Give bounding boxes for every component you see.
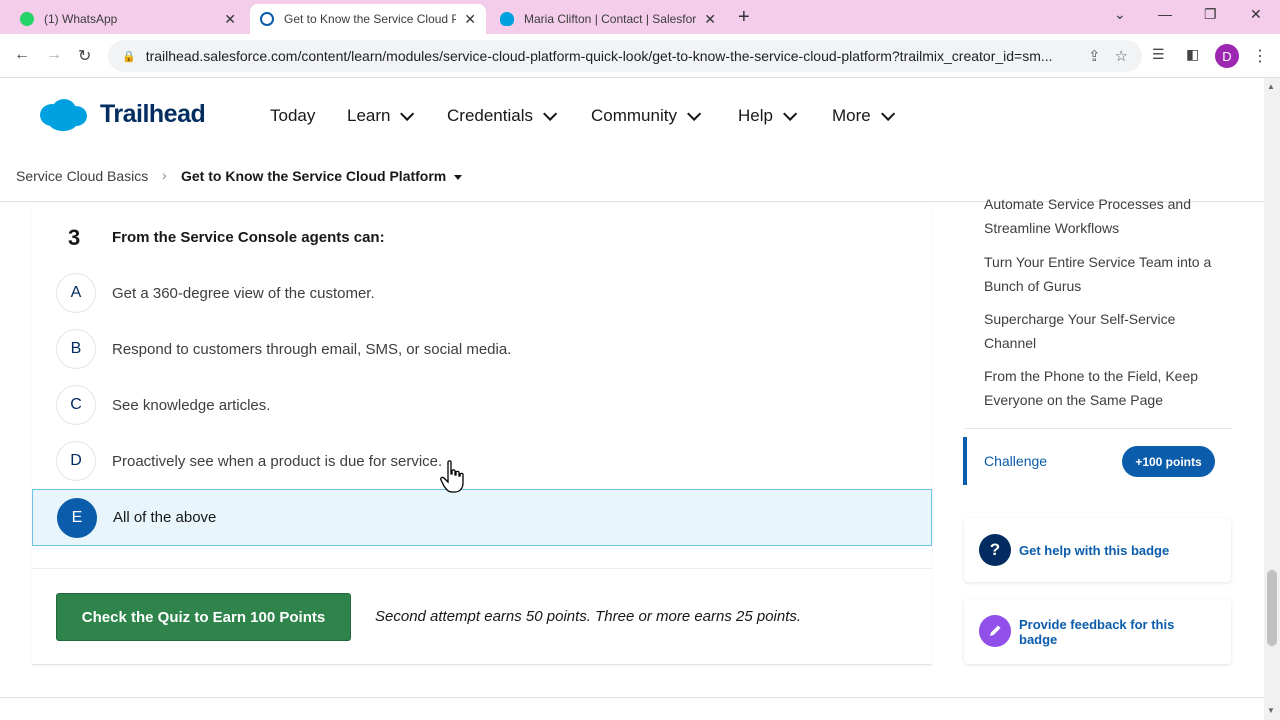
new-tab-icon[interactable]: +: [738, 6, 750, 29]
pencil-icon: [979, 615, 1011, 647]
close-icon[interactable]: ✕: [704, 11, 716, 28]
browser-tab-strip: (1) WhatsApp ✕ Get to Know the Service C…: [0, 0, 1280, 34]
sidebar-challenge-link[interactable]: Challenge: [984, 453, 1047, 469]
sidebar-unit-link[interactable]: Supercharge Your Self-Service Channel: [984, 307, 1224, 355]
browser-menu-icon[interactable]: ⋮: [1252, 46, 1268, 66]
breadcrumb-parent-link[interactable]: Service Cloud Basics: [16, 168, 148, 184]
salesforce-icon: [500, 12, 514, 26]
option-letter: B: [56, 329, 96, 369]
option-letter: E: [57, 497, 97, 538]
nav-today[interactable]: Today: [270, 106, 315, 126]
browser-tab-trailhead[interactable]: Get to Know the Service Cloud Platform ✕: [250, 4, 486, 34]
profile-avatar[interactable]: D: [1215, 44, 1239, 68]
caret-down-icon[interactable]: [454, 175, 462, 180]
sidebar-divider: [964, 428, 1232, 429]
tab-title: (1) WhatsApp: [44, 12, 118, 26]
trailhead-icon: [260, 12, 274, 26]
divider: [32, 568, 932, 569]
window-close-icon[interactable]: ✕: [1250, 6, 1262, 23]
nav-help[interactable]: Help: [738, 106, 798, 126]
answer-option-b[interactable]: B Respond to customers through email, SM…: [32, 321, 932, 377]
close-icon[interactable]: ✕: [464, 11, 476, 28]
chevron-down-icon: [400, 106, 415, 121]
url-text: trailhead.salesforce.com/content/learn/m…: [145, 48, 1053, 64]
address-bar[interactable]: 🔒 trailhead.salesforce.com/content/learn…: [108, 40, 1142, 72]
side-panel-icon[interactable]: ◧: [1186, 46, 1199, 63]
question-text: From the Service Console agents can:: [112, 229, 385, 246]
back-arrow-icon[interactable]: ←: [14, 46, 30, 64]
divider: [0, 697, 1264, 698]
nav-credentials[interactable]: Credentials: [447, 106, 558, 126]
question-mark-icon: ?: [979, 534, 1011, 566]
answer-option-c[interactable]: C See knowledge articles.: [32, 377, 932, 433]
nav-label: Community: [591, 106, 677, 125]
check-quiz-button[interactable]: Check the Quiz to Earn 100 Points: [56, 593, 351, 641]
attempt-note: Second attempt earns 50 points. Three or…: [375, 608, 802, 625]
bookmark-star-icon[interactable]: ☆: [1115, 47, 1128, 65]
sidebar-unit-link[interactable]: Automate Service Processes and Streamlin…: [984, 192, 1224, 240]
option-text: Proactively see when a product is due fo…: [112, 452, 443, 470]
question-number: 3: [68, 225, 81, 250]
sidebar-unit-link[interactable]: Turn Your Entire Service Team into a Bun…: [984, 250, 1224, 298]
forward-arrow-icon[interactable]: →: [46, 46, 62, 64]
nav-label: More: [832, 106, 871, 125]
chevron-down-icon: [687, 106, 702, 121]
chevron-down-icon: [543, 106, 558, 121]
scroll-down-arrow-icon[interactable]: ▼: [1267, 706, 1275, 715]
answer-option-a[interactable]: A Get a 360-degree view of the customer.: [32, 265, 932, 321]
option-text: Get a 360-degree view of the customer.: [112, 284, 375, 302]
minimize-icon[interactable]: —: [1158, 6, 1172, 22]
option-letter: D: [56, 441, 96, 481]
tab-title: Get to Know the Service Cloud Platform: [284, 12, 457, 26]
reading-list-icon[interactable]: ☰: [1152, 46, 1165, 63]
browser-toolbar: ← → ↻ 🔒 trailhead.salesforce.com/content…: [0, 34, 1280, 78]
nav-label: Today: [270, 106, 316, 125]
close-icon[interactable]: ✕: [224, 11, 236, 28]
option-text: See knowledge articles.: [112, 396, 271, 414]
restore-icon[interactable]: ❐: [1204, 6, 1217, 23]
help-link[interactable]: Get help with this badge: [1019, 543, 1169, 558]
sidebar-unit-link[interactable]: From the Phone to the Field, Keep Everyo…: [984, 364, 1224, 412]
hand-cursor-icon: [440, 460, 464, 493]
share-icon[interactable]: ⇪: [1088, 47, 1101, 65]
nav-community[interactable]: Community: [591, 106, 702, 126]
chevron-right-icon: ›: [162, 167, 167, 183]
trailhead-logo-text[interactable]: Trailhead: [100, 100, 206, 129]
nav-label: Credentials: [447, 106, 533, 125]
salesforce-cloud-logo-icon[interactable]: [38, 98, 88, 132]
answer-option-e[interactable]: E All of the above: [32, 489, 932, 546]
option-text: All of the above: [113, 509, 217, 526]
reload-icon[interactable]: ↻: [78, 46, 91, 66]
active-indicator: [963, 437, 967, 485]
site-header: Trailhead Today Learn Credentials Commun…: [0, 78, 1264, 154]
chevron-down-icon: [880, 106, 895, 121]
nav-more[interactable]: More: [832, 106, 895, 126]
tab-title: Maria Clifton | Contact | Salesforce: [524, 12, 697, 26]
browser-tab-whatsapp[interactable]: (1) WhatsApp ✕: [10, 4, 246, 34]
feedback-link[interactable]: Provide feedback for this badge: [1019, 617, 1209, 647]
option-text: Respond to customers through email, SMS,…: [112, 340, 512, 358]
option-letter: C: [56, 385, 96, 425]
lock-icon[interactable]: 🔒: [122, 50, 136, 63]
scrollbar-thumb[interactable]: [1267, 570, 1277, 646]
nav-label: Learn: [347, 106, 391, 125]
tab-search-chevron-icon[interactable]: ⌄: [1114, 6, 1126, 23]
answer-option-d[interactable]: D Proactively see when a product is due …: [32, 433, 932, 489]
chevron-down-icon: [783, 106, 798, 121]
nav-label: Help: [738, 106, 773, 125]
scroll-up-arrow-icon[interactable]: ▲: [1267, 82, 1275, 91]
option-letter: A: [56, 273, 96, 313]
browser-tab-salesforce[interactable]: Maria Clifton | Contact | Salesforce ✕: [490, 4, 726, 34]
whatsapp-icon: [20, 12, 34, 26]
nav-learn[interactable]: Learn: [347, 106, 415, 126]
points-badge: +100 points: [1122, 446, 1215, 477]
breadcrumb-current[interactable]: Get to Know the Service Cloud Platform: [181, 168, 446, 184]
